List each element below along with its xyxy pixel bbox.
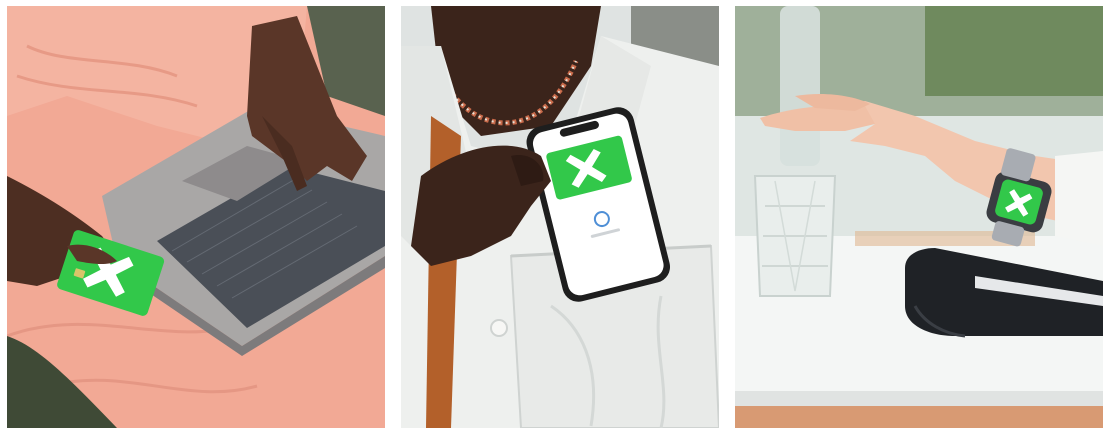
smartwatch-payment-photo — [735, 6, 1103, 428]
laptop-card-photo — [7, 6, 385, 428]
phone-pocket-illustration — [401, 6, 719, 428]
laptop-card-illustration — [7, 6, 385, 428]
smartwatch-illustration — [735, 6, 1103, 428]
phone-pocket-photo — [401, 6, 719, 428]
